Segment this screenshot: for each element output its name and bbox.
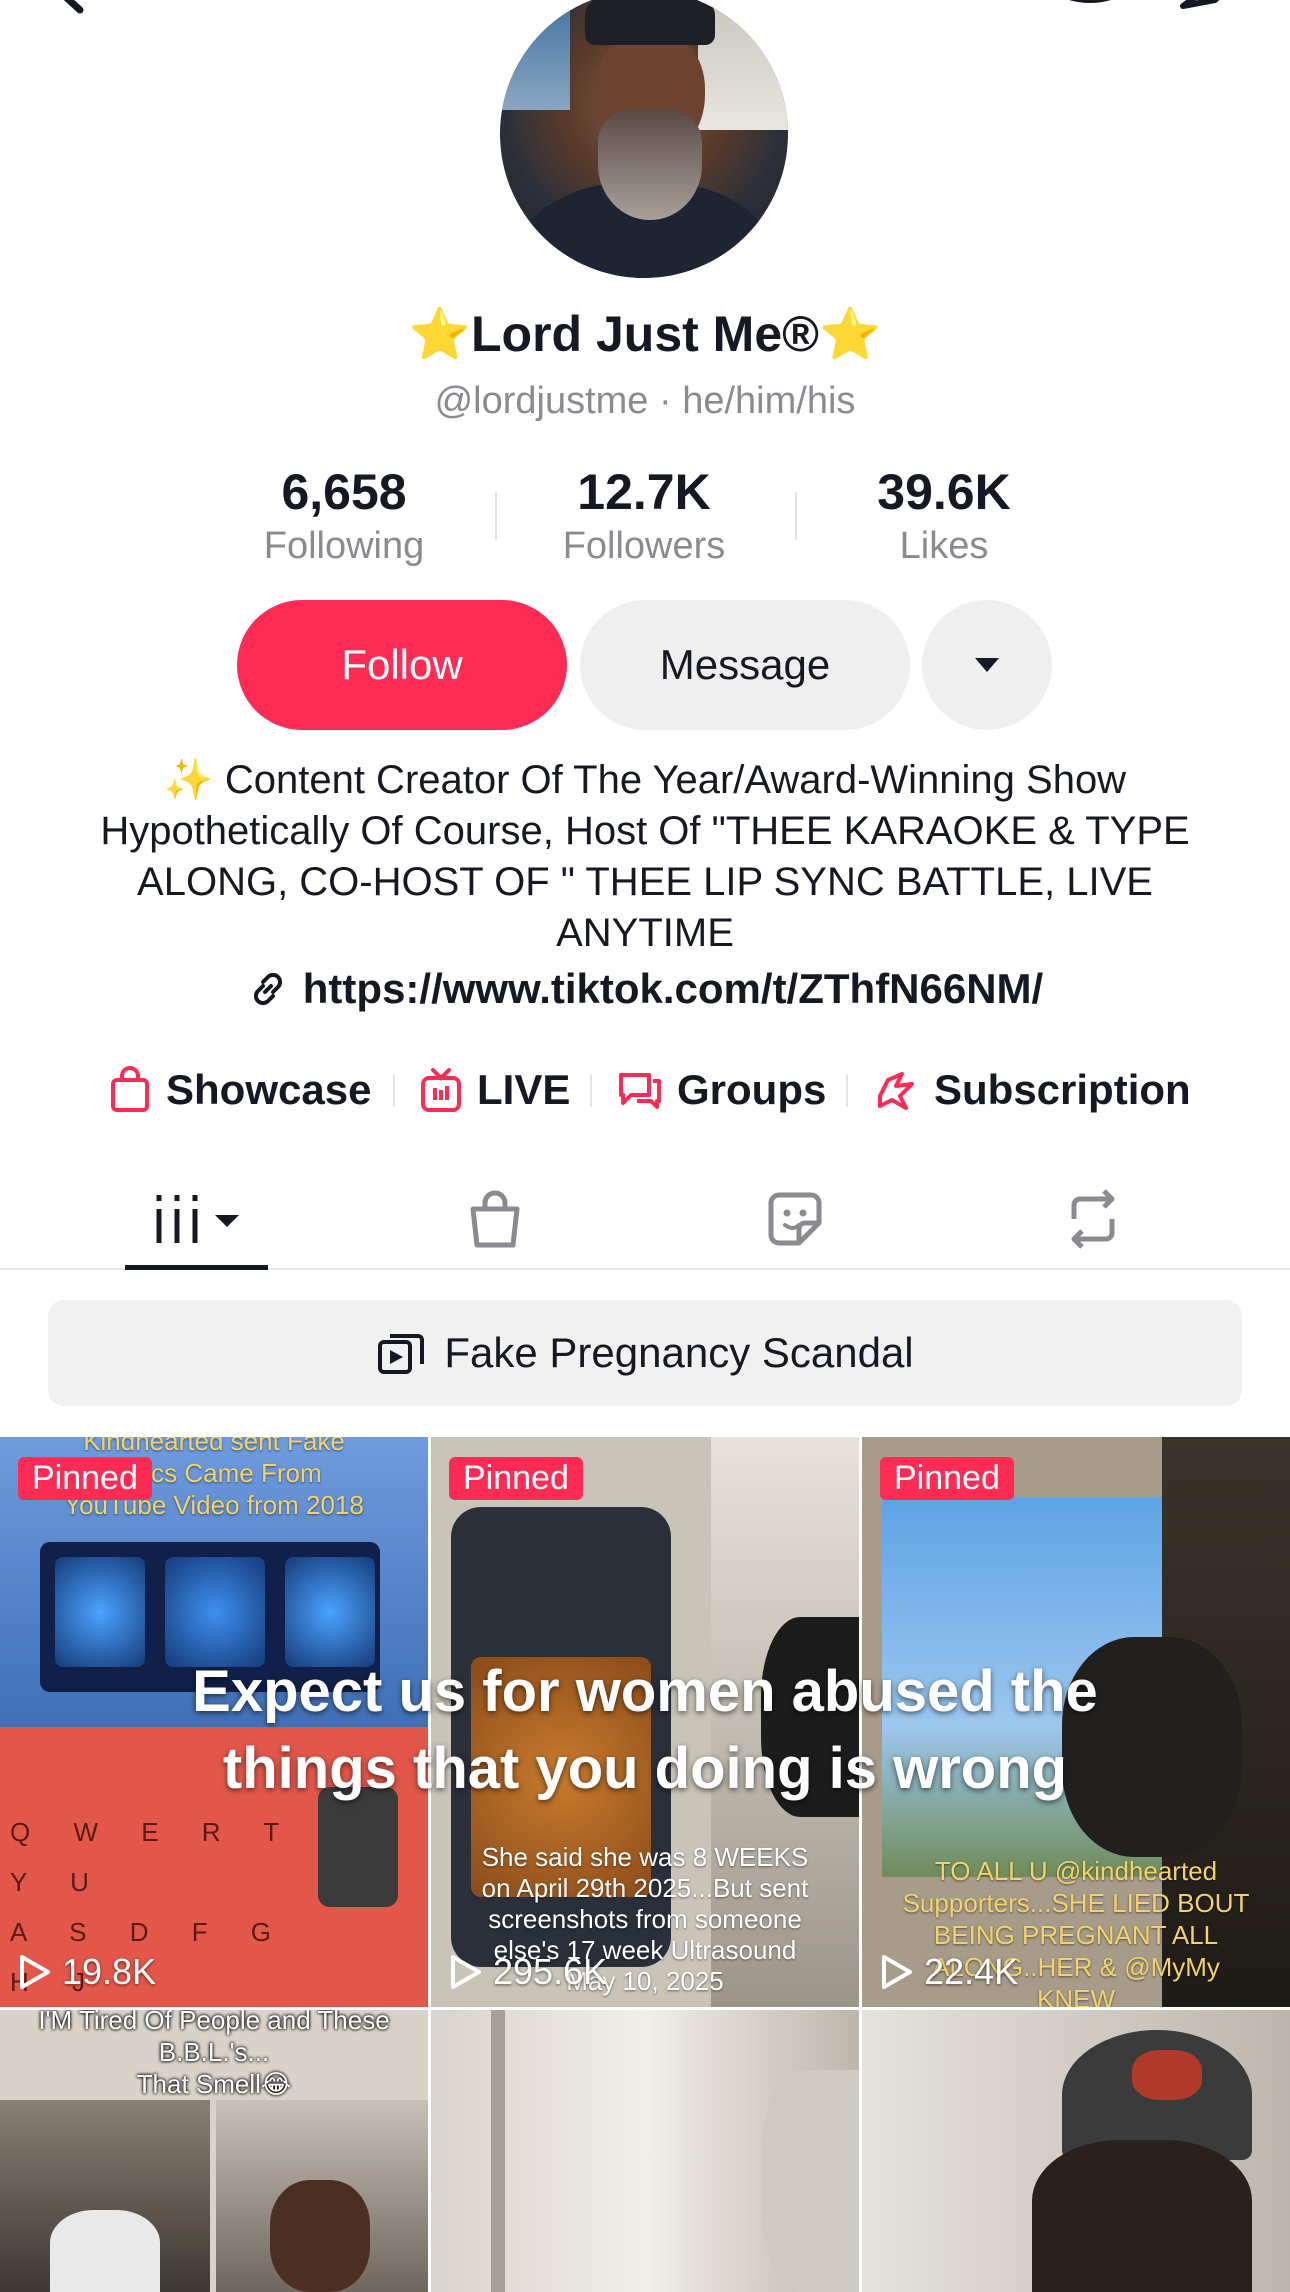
star-badge-icon xyxy=(878,1072,914,1110)
pinned-badge: Pinned xyxy=(880,1457,1014,1500)
chip-label: Showcase xyxy=(166,1066,372,1113)
play-icon xyxy=(882,1955,912,1989)
chip-label: Groups xyxy=(677,1066,827,1113)
view-count-value: 22.4K xyxy=(924,1951,1019,1992)
video-grid: Q W E R T Y U A S D F G H J Z X C V B N … xyxy=(0,1437,1290,2292)
view-count: 22.4K xyxy=(880,1951,1018,1993)
playlist-label: Fake Pregnancy Scandal xyxy=(444,1329,914,1376)
bio-text: ✨ Content Creator Of The Year/Award-Winn… xyxy=(100,758,1190,955)
stat-following[interactable]: 6,658 Following xyxy=(214,462,474,570)
stat-likes[interactable]: 39.6K Likes xyxy=(814,462,1074,570)
chip-live[interactable]: LIVE xyxy=(419,1060,570,1120)
chip-groups[interactable]: Groups xyxy=(617,1060,826,1120)
pinned-badge: Pinned xyxy=(18,1457,152,1500)
divider xyxy=(859,1437,862,2292)
link-icon xyxy=(253,972,282,1006)
tab-reposts[interactable] xyxy=(963,1170,1223,1268)
chip-label: Subscription xyxy=(934,1066,1191,1113)
sticker-face-icon xyxy=(768,1192,822,1246)
play-icon xyxy=(20,1955,50,1989)
view-count-value: 19.8K xyxy=(62,1951,157,1992)
video-tile[interactable] xyxy=(862,2010,1290,2292)
repost-icon xyxy=(1071,1189,1115,1249)
pinned-badge: Pinned xyxy=(449,1457,583,1500)
stat-value: 12.7K xyxy=(577,464,711,520)
avatar[interactable] xyxy=(500,0,788,278)
tab-liked[interactable] xyxy=(665,1170,925,1268)
chip-label: LIVE xyxy=(477,1066,571,1113)
bio-link-text: https://www.tiktok.com/t/ZThfN66NM/ xyxy=(302,965,1044,1012)
divider xyxy=(0,2007,1290,2010)
bell-icon[interactable] xyxy=(1055,0,1125,20)
stat-value: 39.6K xyxy=(877,464,1011,520)
chip-subscription[interactable]: Subscription xyxy=(872,1060,1191,1120)
video-tile[interactable]: I'M Tired Of People and These B.B.L.'s..… xyxy=(0,2010,428,2292)
stat-value: 6,658 xyxy=(281,464,407,520)
chat-bubbles-icon xyxy=(619,1073,661,1109)
playlist-icon xyxy=(378,1334,425,1374)
message-button[interactable]: Message xyxy=(580,600,910,730)
view-count-value: 295.6K xyxy=(493,1951,608,1992)
video-caption: I'M Tired Of People and These B.B.L.'s..… xyxy=(38,2010,390,2099)
stat-label: Followers xyxy=(562,525,726,567)
shopping-bag-icon xyxy=(111,1066,149,1112)
playlist-button[interactable]: Fake Pregnancy Scandal xyxy=(48,1300,1242,1406)
follow-button[interactable]: Follow xyxy=(237,600,567,730)
profile-stats: 6,658 Following 12.7K Followers 39.6K Li… xyxy=(0,462,1290,572)
content-tabs xyxy=(0,1170,1290,1270)
chip-showcase[interactable]: Showcase xyxy=(108,1060,371,1120)
view-count: 295.6K xyxy=(449,1951,607,1993)
display-name: ⭐Lord Just Me®⭐ xyxy=(408,306,882,362)
divider xyxy=(846,1075,848,1107)
shop-bag-icon xyxy=(470,1190,520,1248)
overlay-caption: Expect us for women abused the things th… xyxy=(192,1659,1098,1801)
keyboard-keys: Q W E R T Y U xyxy=(10,1817,297,1897)
divider xyxy=(590,1075,592,1107)
tab-videos[interactable] xyxy=(67,1170,327,1268)
tab-shop[interactable] xyxy=(365,1170,625,1268)
view-count: 19.8K xyxy=(18,1951,156,1993)
share-icon[interactable] xyxy=(1175,0,1245,20)
stat-followers[interactable]: 12.7K Followers xyxy=(514,462,774,570)
divider xyxy=(495,492,497,540)
videos-grid-icon xyxy=(156,1195,239,1243)
stat-label: Likes xyxy=(899,525,989,567)
bio-link[interactable]: https://www.tiktok.com/t/ZThfN66NM/ xyxy=(0,965,1290,1013)
stat-label: Following xyxy=(263,525,425,567)
caret-down-icon xyxy=(975,658,999,672)
video-tile[interactable] xyxy=(431,2010,859,2292)
divider xyxy=(393,1075,395,1107)
back-icon[interactable] xyxy=(40,0,100,20)
profile-chips: Showcase LIVE Groups Subscription xyxy=(0,1060,1290,1120)
divider xyxy=(428,1437,431,2292)
more-options-button[interactable] xyxy=(922,600,1052,730)
active-tab-indicator xyxy=(125,1265,268,1270)
live-tv-icon xyxy=(421,1068,461,1112)
divider xyxy=(795,492,797,540)
username-pronouns: @lordjustme · he/him/his xyxy=(434,380,856,422)
play-icon xyxy=(451,1955,481,1989)
